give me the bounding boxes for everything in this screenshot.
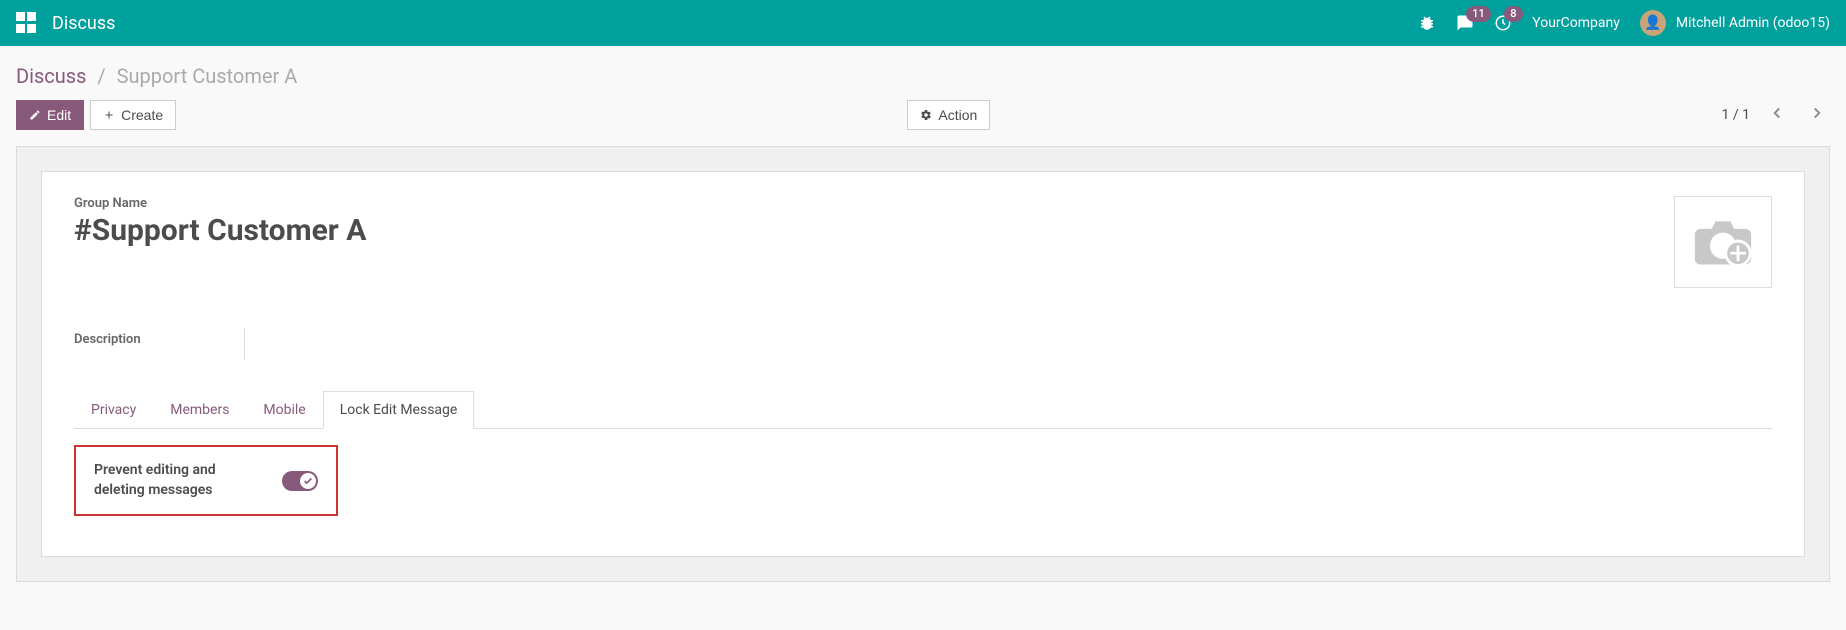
messages-badge: 11: [1466, 6, 1491, 22]
create-button[interactable]: Create: [90, 100, 176, 130]
app-title: Discuss: [52, 13, 115, 34]
breadcrumb: Discuss / Support Customer A: [16, 54, 1830, 100]
plus-icon: [103, 109, 115, 121]
breadcrumb-root[interactable]: Discuss: [16, 64, 86, 88]
debug-icon[interactable]: [1418, 14, 1436, 32]
chevron-right-icon: [1808, 104, 1826, 122]
camera-plus-icon: [1693, 217, 1753, 267]
check-icon: [303, 476, 313, 486]
activities-icon[interactable]: 8: [1494, 14, 1512, 32]
activities-badge: 8: [1504, 6, 1522, 22]
pencil-icon: [29, 109, 41, 121]
description-label: Description: [74, 328, 244, 360]
group-name-value: #Support Customer A: [74, 213, 366, 248]
form-sheet: Group Name #Support Customer A Descripti…: [41, 171, 1805, 557]
toggle-knob: [300, 473, 316, 489]
action-button[interactable]: Action: [907, 100, 990, 130]
pager-text: 1 / 1: [1722, 107, 1750, 123]
lock-edit-highlight: Prevent editing and deleting messages: [74, 445, 338, 516]
tab-privacy[interactable]: Privacy: [74, 391, 153, 429]
company-switcher[interactable]: YourCompany: [1532, 15, 1620, 31]
tabs: Privacy Members Mobile Lock Edit Message: [74, 390, 1772, 429]
pager-prev[interactable]: [1764, 100, 1790, 130]
gear-icon: [920, 109, 932, 121]
pager-next[interactable]: [1804, 100, 1830, 130]
group-name-label: Group Name: [74, 196, 366, 211]
prevent-edit-label: Prevent editing and deleting messages: [94, 461, 234, 500]
tab-members[interactable]: Members: [153, 391, 246, 429]
image-upload[interactable]: [1674, 196, 1772, 288]
user-display-name: Mitchell Admin (odoo15): [1676, 15, 1830, 31]
messages-icon[interactable]: 11: [1456, 14, 1474, 32]
description-value: [244, 328, 257, 360]
tab-mobile[interactable]: Mobile: [246, 391, 322, 429]
avatar: 👤: [1640, 10, 1666, 36]
edit-button[interactable]: Edit: [16, 100, 84, 130]
edit-button-label: Edit: [47, 107, 71, 123]
form-sheet-background: Group Name #Support Customer A Descripti…: [16, 146, 1830, 582]
user-menu[interactable]: 👤 Mitchell Admin (odoo15): [1640, 10, 1830, 36]
group-name-prefix: #: [74, 213, 92, 248]
apps-menu-icon[interactable]: [16, 12, 38, 34]
action-button-label: Action: [938, 107, 977, 123]
prevent-edit-toggle[interactable]: [282, 471, 318, 491]
breadcrumb-separator: /: [97, 64, 105, 88]
chevron-left-icon: [1768, 104, 1786, 122]
tab-lock-edit-message[interactable]: Lock Edit Message: [323, 391, 475, 429]
top-navbar: Discuss 11 8 YourCompany 👤 Mitchell Admi…: [0, 0, 1846, 46]
group-name-text: Support Customer A: [92, 213, 367, 248]
create-button-label: Create: [121, 107, 163, 123]
control-panel: Edit Create Action 1 / 1: [16, 100, 1830, 130]
breadcrumb-current: Support Customer A: [117, 64, 298, 88]
